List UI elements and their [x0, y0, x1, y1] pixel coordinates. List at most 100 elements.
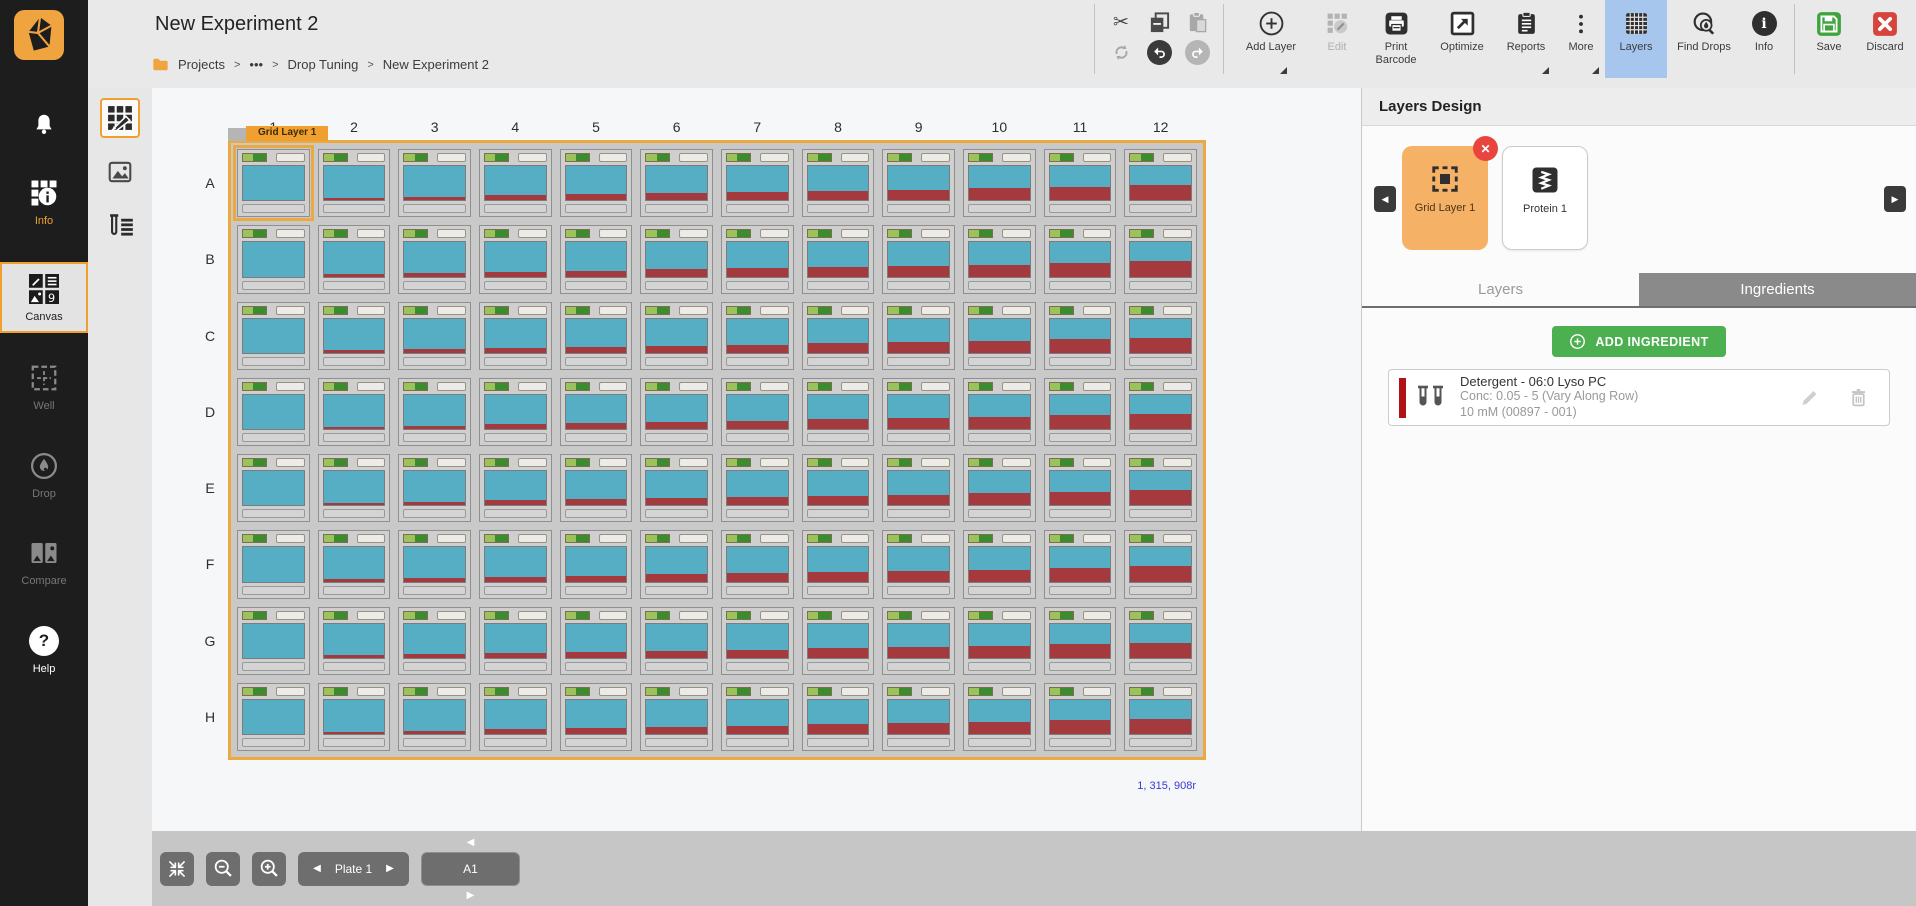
well-B12[interactable]: [1124, 225, 1197, 293]
well-D4[interactable]: [479, 378, 552, 446]
well-F9[interactable]: [882, 530, 955, 598]
previous-plate-button[interactable]: ◀: [313, 863, 321, 874]
next-plate-button[interactable]: ▶: [386, 863, 394, 874]
well-B6[interactable]: [640, 225, 713, 293]
well-A2[interactable]: [318, 149, 391, 217]
well-H4[interactable]: [479, 683, 552, 751]
well-C6[interactable]: [640, 302, 713, 370]
sidebar-item-notifications[interactable]: [0, 112, 88, 138]
well-G4[interactable]: [479, 607, 552, 675]
edit-ingredient-icon[interactable]: [1799, 387, 1820, 408]
well-E2[interactable]: [318, 454, 391, 522]
tab-ingredients[interactable]: Ingredients: [1639, 273, 1916, 306]
tab-layers[interactable]: Layers: [1362, 273, 1639, 306]
scroll-layers-left-button[interactable]: ◀: [1374, 186, 1396, 212]
well-E11[interactable]: [1044, 454, 1117, 522]
layer-card-grid-layer-1[interactable]: ✕ Grid Layer 1: [1402, 146, 1488, 250]
column-label-12[interactable]: 12: [1124, 114, 1197, 140]
plate-grid[interactable]: [228, 140, 1206, 760]
well-E9[interactable]: [882, 454, 955, 522]
row-label-C[interactable]: C: [192, 302, 228, 370]
column-label-4[interactable]: 4: [479, 114, 552, 140]
plate-canvas[interactable]: 123456789101112 ABCDEFGH Grid Layer 1 1,…: [152, 88, 1361, 831]
well-H12[interactable]: [1124, 683, 1197, 751]
layer-tag-handle[interactable]: [228, 128, 246, 141]
well-D5[interactable]: [560, 378, 633, 446]
well-H5[interactable]: [560, 683, 633, 751]
well-B10[interactable]: [963, 225, 1036, 293]
print-barcode-button[interactable]: Print Barcode: [1363, 0, 1429, 78]
well-A11[interactable]: [1044, 149, 1117, 217]
well-C7[interactable]: [721, 302, 794, 370]
breadcrumb-item[interactable]: Projects: [178, 57, 225, 72]
well-A12[interactable]: [1124, 149, 1197, 217]
well-G8[interactable]: [802, 607, 875, 675]
row-label-F[interactable]: F: [192, 530, 228, 598]
well-E4[interactable]: [479, 454, 552, 522]
well-E10[interactable]: [963, 454, 1036, 522]
well-G5[interactable]: [560, 607, 633, 675]
well-E6[interactable]: [640, 454, 713, 522]
well-G9[interactable]: [882, 607, 955, 675]
well-D9[interactable]: [882, 378, 955, 446]
well-B8[interactable]: [802, 225, 875, 293]
well-G2[interactable]: [318, 607, 391, 675]
layer-card-protein-1[interactable]: Protein 1: [1502, 146, 1588, 250]
cut-icon[interactable]: ✂: [1113, 11, 1129, 34]
well-C11[interactable]: [1044, 302, 1117, 370]
fit-to-screen-button[interactable]: [160, 852, 194, 886]
row-label-B[interactable]: B: [192, 225, 228, 293]
well-G3[interactable]: [398, 607, 471, 675]
well-A6[interactable]: [640, 149, 713, 217]
sidebar-item-help[interactable]: ? Help: [0, 626, 88, 675]
zoom-in-button[interactable]: [252, 852, 286, 886]
well-B5[interactable]: [560, 225, 633, 293]
well-D10[interactable]: [963, 378, 1036, 446]
well-G12[interactable]: [1124, 607, 1197, 675]
sidebar-item-info[interactable]: Info: [0, 178, 88, 227]
well-G7[interactable]: [721, 607, 794, 675]
well-F6[interactable]: [640, 530, 713, 598]
well-B9[interactable]: [882, 225, 955, 293]
breadcrumb-item[interactable]: Drop Tuning: [288, 57, 359, 72]
well-G6[interactable]: [640, 607, 713, 675]
well-H1[interactable]: [237, 683, 310, 751]
scroll-layers-right-button[interactable]: ▶: [1884, 186, 1906, 212]
well-C3[interactable]: [398, 302, 471, 370]
optimize-button[interactable]: Optimize: [1429, 0, 1495, 78]
well-B11[interactable]: [1044, 225, 1117, 293]
breadcrumb-item[interactable]: New Experiment 2: [383, 57, 489, 72]
well-F12[interactable]: [1124, 530, 1197, 598]
delete-ingredient-icon[interactable]: [1848, 387, 1869, 408]
well-F2[interactable]: [318, 530, 391, 598]
well-H3[interactable]: [398, 683, 471, 751]
well-E8[interactable]: [802, 454, 875, 522]
well-A7[interactable]: [721, 149, 794, 217]
well-D7[interactable]: [721, 378, 794, 446]
breadcrumb-item[interactable]: •••: [249, 57, 263, 72]
well-D2[interactable]: [318, 378, 391, 446]
sidebar-item-canvas[interactable]: 9 Canvas: [0, 262, 88, 333]
tool-image-view[interactable]: [100, 152, 140, 192]
tool-design-view[interactable]: [100, 98, 140, 138]
well-F7[interactable]: [721, 530, 794, 598]
info-button[interactable]: i Info: [1741, 0, 1787, 78]
well-B2[interactable]: [318, 225, 391, 293]
well-H10[interactable]: [963, 683, 1036, 751]
well-A3[interactable]: [398, 149, 471, 217]
undo-button[interactable]: [1147, 40, 1172, 65]
find-drops-button[interactable]: Find Drops: [1667, 0, 1741, 78]
well-F1[interactable]: [237, 530, 310, 598]
column-label-2[interactable]: 2: [318, 114, 391, 140]
well-A5[interactable]: [560, 149, 633, 217]
well-B7[interactable]: [721, 225, 794, 293]
well-A10[interactable]: [963, 149, 1036, 217]
well-C4[interactable]: [479, 302, 552, 370]
well-D1[interactable]: [237, 378, 310, 446]
well-E5[interactable]: [560, 454, 633, 522]
column-label-11[interactable]: 11: [1044, 114, 1117, 140]
column-label-10[interactable]: 10: [963, 114, 1036, 140]
well-G11[interactable]: [1044, 607, 1117, 675]
well-A9[interactable]: [882, 149, 955, 217]
well-C9[interactable]: [882, 302, 955, 370]
